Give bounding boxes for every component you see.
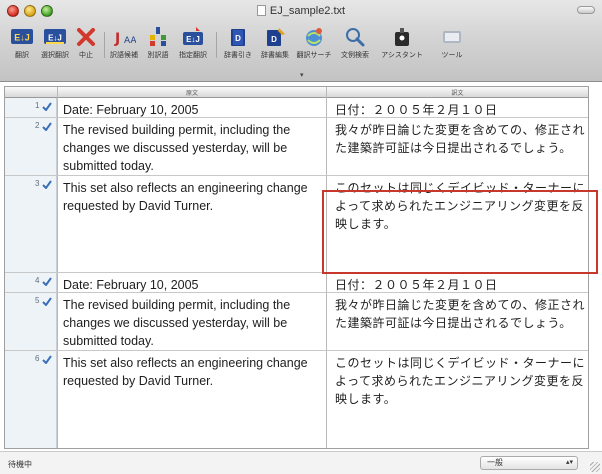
resize-grip-icon[interactable] [590, 462, 600, 472]
svg-text:E↓J: E↓J [186, 35, 200, 44]
translate-ej-icon: E↓J [11, 29, 33, 44]
source-text[interactable]: Date: February 10, 2005 [63, 276, 327, 294]
stop-button[interactable]: 中止 [73, 22, 99, 70]
window-title-text: EJ_sample2.txt [269, 5, 346, 17]
row-number: 6 [35, 354, 40, 363]
toolbar-overflow-caret[interactable]: ▾ [300, 71, 304, 79]
select-arrows-icon: ▴▾ [565, 459, 573, 466]
translate-button[interactable]: E↓J 翻訳 [5, 22, 39, 70]
svg-text:AA: AA [124, 36, 136, 46]
dictionary-lookup-icon: D [231, 29, 245, 46]
row-check-icon[interactable] [42, 122, 52, 131]
row-number: 4 [35, 276, 40, 285]
toolbar-toggle-button[interactable] [577, 6, 595, 14]
row-check-icon[interactable] [42, 277, 52, 286]
row-number: 5 [35, 296, 40, 305]
source-column-header[interactable]: 原文 [57, 88, 327, 97]
translate-selection-icon: E↓J [44, 29, 66, 44]
target-text[interactable]: 我々が昨日論じた変更を含めての、修正された建築許可証は今日提出されるでしょう。 [335, 121, 587, 157]
tools-icon [443, 31, 461, 43]
window-chrome: EJ_sample2.txt E↓J 翻訳 E↓J 選択翻訳 中止 J AA 訳… [0, 0, 602, 82]
source-text[interactable]: This set also reflects an engineering ch… [63, 354, 327, 390]
table-row[interactable]: 5 The revised building permit, including… [5, 293, 588, 351]
target-text[interactable]: 日付：２００５年２月１０日 [335, 276, 587, 294]
specified-translation-button[interactable]: E↓J 指定翻訳 [175, 22, 211, 70]
assistant-button[interactable]: アシスタント [377, 22, 427, 70]
source-text[interactable]: Date: February 10, 2005 [63, 101, 327, 119]
alternate-translation-button[interactable]: J AA 訳語候補 [107, 22, 141, 70]
assistant-icon [395, 28, 409, 46]
highlight-annotation [322, 190, 598, 274]
alternate-translation-icon: J AA [114, 31, 136, 47]
translation-search-button[interactable]: 翻訳サーチ [294, 22, 334, 70]
row-number: 2 [35, 121, 40, 130]
target-text[interactable]: 日付：２００５年２月１０日 [335, 101, 587, 119]
stop-icon [77, 28, 95, 46]
table-row[interactable]: 4 Date: February 10, 2005 日付：２００５年２月１０日 [5, 273, 588, 293]
svg-text:D: D [271, 35, 277, 44]
row-number: 1 [35, 101, 40, 110]
target-column-header[interactable]: 訳文 [327, 88, 588, 97]
alternate-word-button[interactable]: 別訳語 [141, 22, 175, 70]
selection-translate-button[interactable]: E↓J 選択翻訳 [38, 22, 72, 70]
table-row[interactable]: 1 Date: February 10, 2005 日付：２００５年２月１０日 [5, 98, 588, 118]
row-check-icon[interactable] [42, 297, 52, 306]
tools-button[interactable]: ツール [430, 22, 474, 70]
status-text: 待機中 [8, 460, 32, 469]
toolbar-separator [104, 32, 105, 58]
row-number: 3 [35, 179, 40, 188]
row-check-icon[interactable] [42, 355, 52, 364]
mode-select-value: 一般 [487, 458, 503, 467]
dictionary-lookup-button[interactable]: D 辞書引き [220, 22, 256, 70]
translation-search-icon [306, 28, 322, 46]
example-search-icon [346, 28, 365, 47]
alternate-word-icon [150, 27, 166, 46]
specified-translation-icon: E↓J [183, 27, 203, 45]
table-row[interactable]: 2 The revised building permit, including… [5, 118, 588, 176]
mode-select[interactable]: 一般 ▴▾ [480, 456, 578, 470]
row-check-icon[interactable] [42, 102, 52, 111]
target-text[interactable]: このセットは同じくデイビッド・ターナーによって求められたエンジニアリング変更を反… [335, 354, 587, 408]
svg-text:D: D [235, 34, 241, 43]
status-bar: 待機中 一般 ▴▾ [0, 451, 602, 474]
svg-text:E↓J: E↓J [48, 34, 62, 43]
source-text[interactable]: The revised building permit, including t… [63, 121, 327, 175]
dictionary-edit-button[interactable]: D 辞書編集 [257, 22, 293, 70]
target-text[interactable]: 我々が昨日論じた変更を含めての、修正された建築許可証は今日提出されるでしょう。 [335, 296, 587, 332]
example-search-button[interactable]: 文例検索 [336, 22, 374, 70]
source-text[interactable]: This set also reflects an engineering ch… [63, 179, 327, 215]
window-title: EJ_sample2.txt [0, 4, 602, 18]
toolbar-separator [216, 32, 217, 58]
row-check-icon[interactable] [42, 180, 52, 189]
svg-text:J: J [114, 31, 120, 47]
table-row[interactable]: 6 This set also reflects an engineering … [5, 351, 588, 446]
column-header-bar: 原文 訳文 [5, 87, 588, 98]
document-icon [256, 5, 266, 16]
toolbar: E↓J 翻訳 E↓J 選択翻訳 中止 J AA 訳語候補 別訳語 E↓J 指定翻… [0, 22, 602, 70]
source-text[interactable]: The revised building permit, including t… [63, 296, 327, 350]
svg-text:E↓J: E↓J [14, 33, 30, 43]
dictionary-edit-icon: D [267, 28, 285, 46]
